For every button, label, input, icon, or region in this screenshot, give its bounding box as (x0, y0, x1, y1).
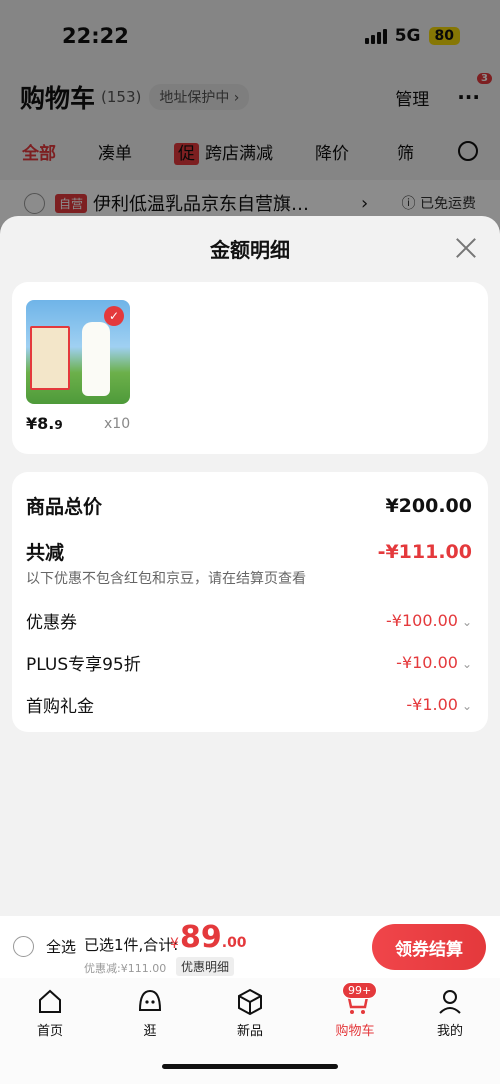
select-all-label[interactable]: 全选 (46, 936, 76, 957)
coupon-row[interactable]: 优惠券 -¥100.00 ⌄ (26, 608, 472, 633)
product-image[interactable]: ✓ (26, 300, 130, 404)
total-currency: ¥ (170, 936, 179, 952)
chevron-down-icon: ⌄ (461, 657, 472, 671)
close-icon[interactable] (454, 236, 478, 260)
tab-new-label: 新品 (236, 1024, 263, 1039)
price-main: ¥8. (26, 414, 55, 433)
browse-face-icon (138, 989, 162, 1011)
coupon-label: 优惠券 (26, 613, 77, 633)
user-icon (439, 990, 461, 1014)
amount-detail-sheet: 金额明细 ✓ ¥8.9 x10 商品总价 ¥200.00 共减 -¥111.00… (0, 216, 500, 916)
first-purchase-amount: -¥1.00 (406, 695, 458, 714)
first-purchase-row[interactable]: 首购礼金 -¥1.00 ⌄ (26, 692, 472, 717)
plus-discount-label: PLUS专享95折 (26, 655, 141, 675)
checkout-total: 89.00 (180, 920, 247, 955)
plus-discount-row[interactable]: PLUS专享95折 -¥10.00 ⌄ (26, 650, 472, 675)
home-indicator (162, 1064, 338, 1069)
product-quantity: x10 (104, 416, 131, 432)
plus-discount-amount: -¥10.00 (396, 653, 458, 672)
tab-browse-label: 逛 (143, 1024, 157, 1039)
milk-bottle-graphic (82, 322, 110, 396)
tab-new[interactable]: 新品 (215, 986, 285, 1039)
coupon-value: -¥100.00 ⌄ (386, 611, 472, 630)
tab-home-label: 首页 (36, 1024, 63, 1039)
sheet-title: 金额明细 (210, 237, 290, 262)
total-price-label: 商品总价 (26, 496, 103, 518)
tab-me[interactable]: 我的 (415, 986, 485, 1039)
home-icon (39, 989, 61, 1013)
total-reduction-value: -¥111.00 (377, 540, 472, 563)
tab-browse[interactable]: 逛 (115, 986, 185, 1039)
discount-note: 以下优惠不包含红包和京豆，请在结算页查看 (26, 571, 306, 587)
coupon-amount: -¥100.00 (386, 611, 458, 630)
total-price-value: ¥200.00 (385, 494, 472, 517)
first-purchase-value: -¥1.00 ⌄ (406, 695, 472, 714)
product-price: ¥8.9 (26, 414, 63, 433)
chevron-down-icon: ⌄ (461, 699, 472, 713)
chevron-down-icon: ⌄ (461, 615, 472, 629)
tab-cart-label: 购物车 (335, 1024, 375, 1039)
tab-cart[interactable]: 购物车 99+ (320, 982, 390, 1039)
total-price-row: 商品总价 ¥200.00 (26, 492, 472, 519)
total-reduction-row: 共减 -¥111.00 (26, 538, 472, 565)
first-purchase-label: 首购礼金 (26, 697, 94, 717)
discount-summary: 优惠减:¥111.00 (84, 962, 167, 975)
checkout-bar: 全选 已选1件,合计: ¥ 89.00 优惠减:¥111.00 优惠明细 领券结… (0, 916, 500, 978)
total-decimal: .00 (221, 935, 247, 951)
checkout-button[interactable]: 领券结算 (372, 924, 486, 970)
select-all-radio[interactable] (13, 936, 34, 957)
total-integer: 89 (180, 920, 222, 955)
product-box-graphic (30, 326, 70, 390)
dim-overlay[interactable] (0, 0, 500, 240)
plus-discount-value: -¥10.00 ⌄ (396, 653, 472, 672)
sheet-header: 金额明细 (0, 216, 500, 280)
selected-summary: 已选1件,合计: (84, 936, 179, 954)
price-summary-card: 商品总价 ¥200.00 共减 -¥111.00 以下优惠不包含红包和京豆，请在… (12, 472, 488, 732)
price-decimal: 9 (54, 418, 63, 432)
total-reduction-label: 共减 (26, 542, 65, 564)
tab-me-label: 我的 (436, 1024, 463, 1039)
tab-home[interactable]: 首页 (15, 986, 85, 1039)
discount-detail-button[interactable]: 优惠明细 (176, 957, 235, 976)
check-icon: ✓ (104, 306, 124, 326)
cart-badge: 99+ (342, 982, 378, 999)
product-card: ✓ ¥8.9 x10 (12, 282, 488, 454)
cube-icon (238, 988, 262, 1016)
